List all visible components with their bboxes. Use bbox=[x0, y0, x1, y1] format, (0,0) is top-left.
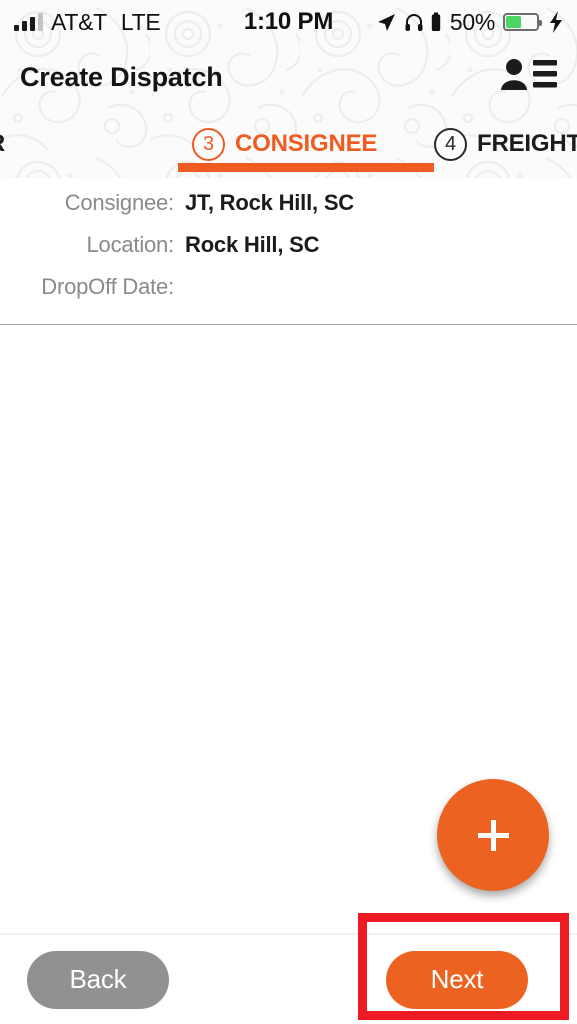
page-title: Create Dispatch bbox=[20, 61, 223, 92]
consignee-summary-form: Consignee: JT, Rock Hill, SC Location: R… bbox=[0, 178, 577, 325]
next-button[interactable]: Next bbox=[386, 950, 528, 1009]
active-tab-indicator bbox=[178, 163, 434, 172]
top-decorated-area: AT&T LTE 1:10 PM 50% Create Dispatch 3 C… bbox=[0, 0, 577, 178]
form-row-dropoff-date[interactable]: DropOff Date: bbox=[0, 274, 577, 316]
consignee-value: JT, Rock Hill, SC bbox=[185, 190, 354, 215]
tab-freight-number: 4 bbox=[434, 127, 467, 161]
tab-shipper[interactable]: IPPER bbox=[0, 118, 5, 170]
tab-consignee-label: CONSIGNEE bbox=[235, 130, 378, 157]
status-bar: AT&T LTE 1:10 PM 50% bbox=[0, 0, 577, 44]
consignee-label: Consignee: bbox=[64, 190, 175, 215]
dropoff-date-label: DropOff Date: bbox=[41, 274, 174, 299]
form-row-location[interactable]: Location: Rock Hill, SC bbox=[0, 232, 577, 274]
app-header: Create Dispatch bbox=[0, 44, 577, 110]
tab-freight-details[interactable]: 4 FREIGHT D bbox=[434, 118, 577, 170]
form-row-consignee[interactable]: Consignee: JT, Rock Hill, SC bbox=[0, 190, 577, 232]
wizard-navigation-bar: Back Next bbox=[0, 933, 577, 1024]
location-value: Rock Hill, SC bbox=[185, 232, 320, 257]
tab-consignee-number: 3 bbox=[192, 127, 225, 161]
contact-list-icon[interactable] bbox=[499, 56, 559, 99]
add-item-fab-button[interactable] bbox=[437, 779, 549, 891]
plus-icon-bar bbox=[477, 832, 509, 838]
back-button[interactable]: Back bbox=[27, 950, 169, 1009]
battery-icon bbox=[503, 13, 542, 31]
wizard-step-tabs: IPPER 3 CONSIGNEE 4 FREIGHT D bbox=[0, 110, 577, 178]
tab-shipper-label: IPPER bbox=[0, 130, 5, 158]
tab-freight-label: FREIGHT D bbox=[477, 130, 577, 157]
status-bar-clock: 1:10 PM bbox=[243, 8, 334, 35]
location-label: Location: bbox=[86, 232, 175, 257]
consignee-items-list-area bbox=[0, 325, 577, 940]
